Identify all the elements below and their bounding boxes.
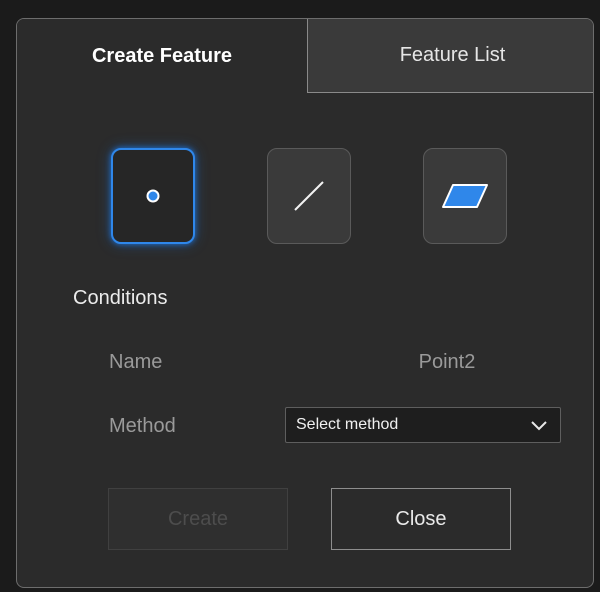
conditions-heading: Conditions [73, 287, 168, 309]
plane-feature-button[interactable] [423, 148, 507, 244]
plane-icon [442, 184, 488, 208]
tab-create-feature[interactable]: Create Feature [17, 19, 307, 93]
name-value: Point2 [418, 351, 476, 373]
close-button[interactable]: Close [331, 488, 511, 550]
chevron-down-icon [531, 421, 547, 431]
tab-feature-list[interactable]: Feature List [307, 19, 593, 93]
method-select[interactable]: Select method [285, 407, 561, 443]
line-feature-button[interactable] [267, 148, 351, 244]
create-feature-dialog: Create Feature Feature List Conditions N… [16, 18, 594, 588]
point-icon [146, 189, 160, 203]
name-label: Name [109, 351, 163, 373]
create-button[interactable]: Create [108, 488, 288, 550]
point-feature-button[interactable] [111, 148, 195, 244]
method-select-value: Select method [296, 416, 399, 433]
method-label: Method [109, 415, 176, 437]
line-icon [294, 181, 324, 211]
